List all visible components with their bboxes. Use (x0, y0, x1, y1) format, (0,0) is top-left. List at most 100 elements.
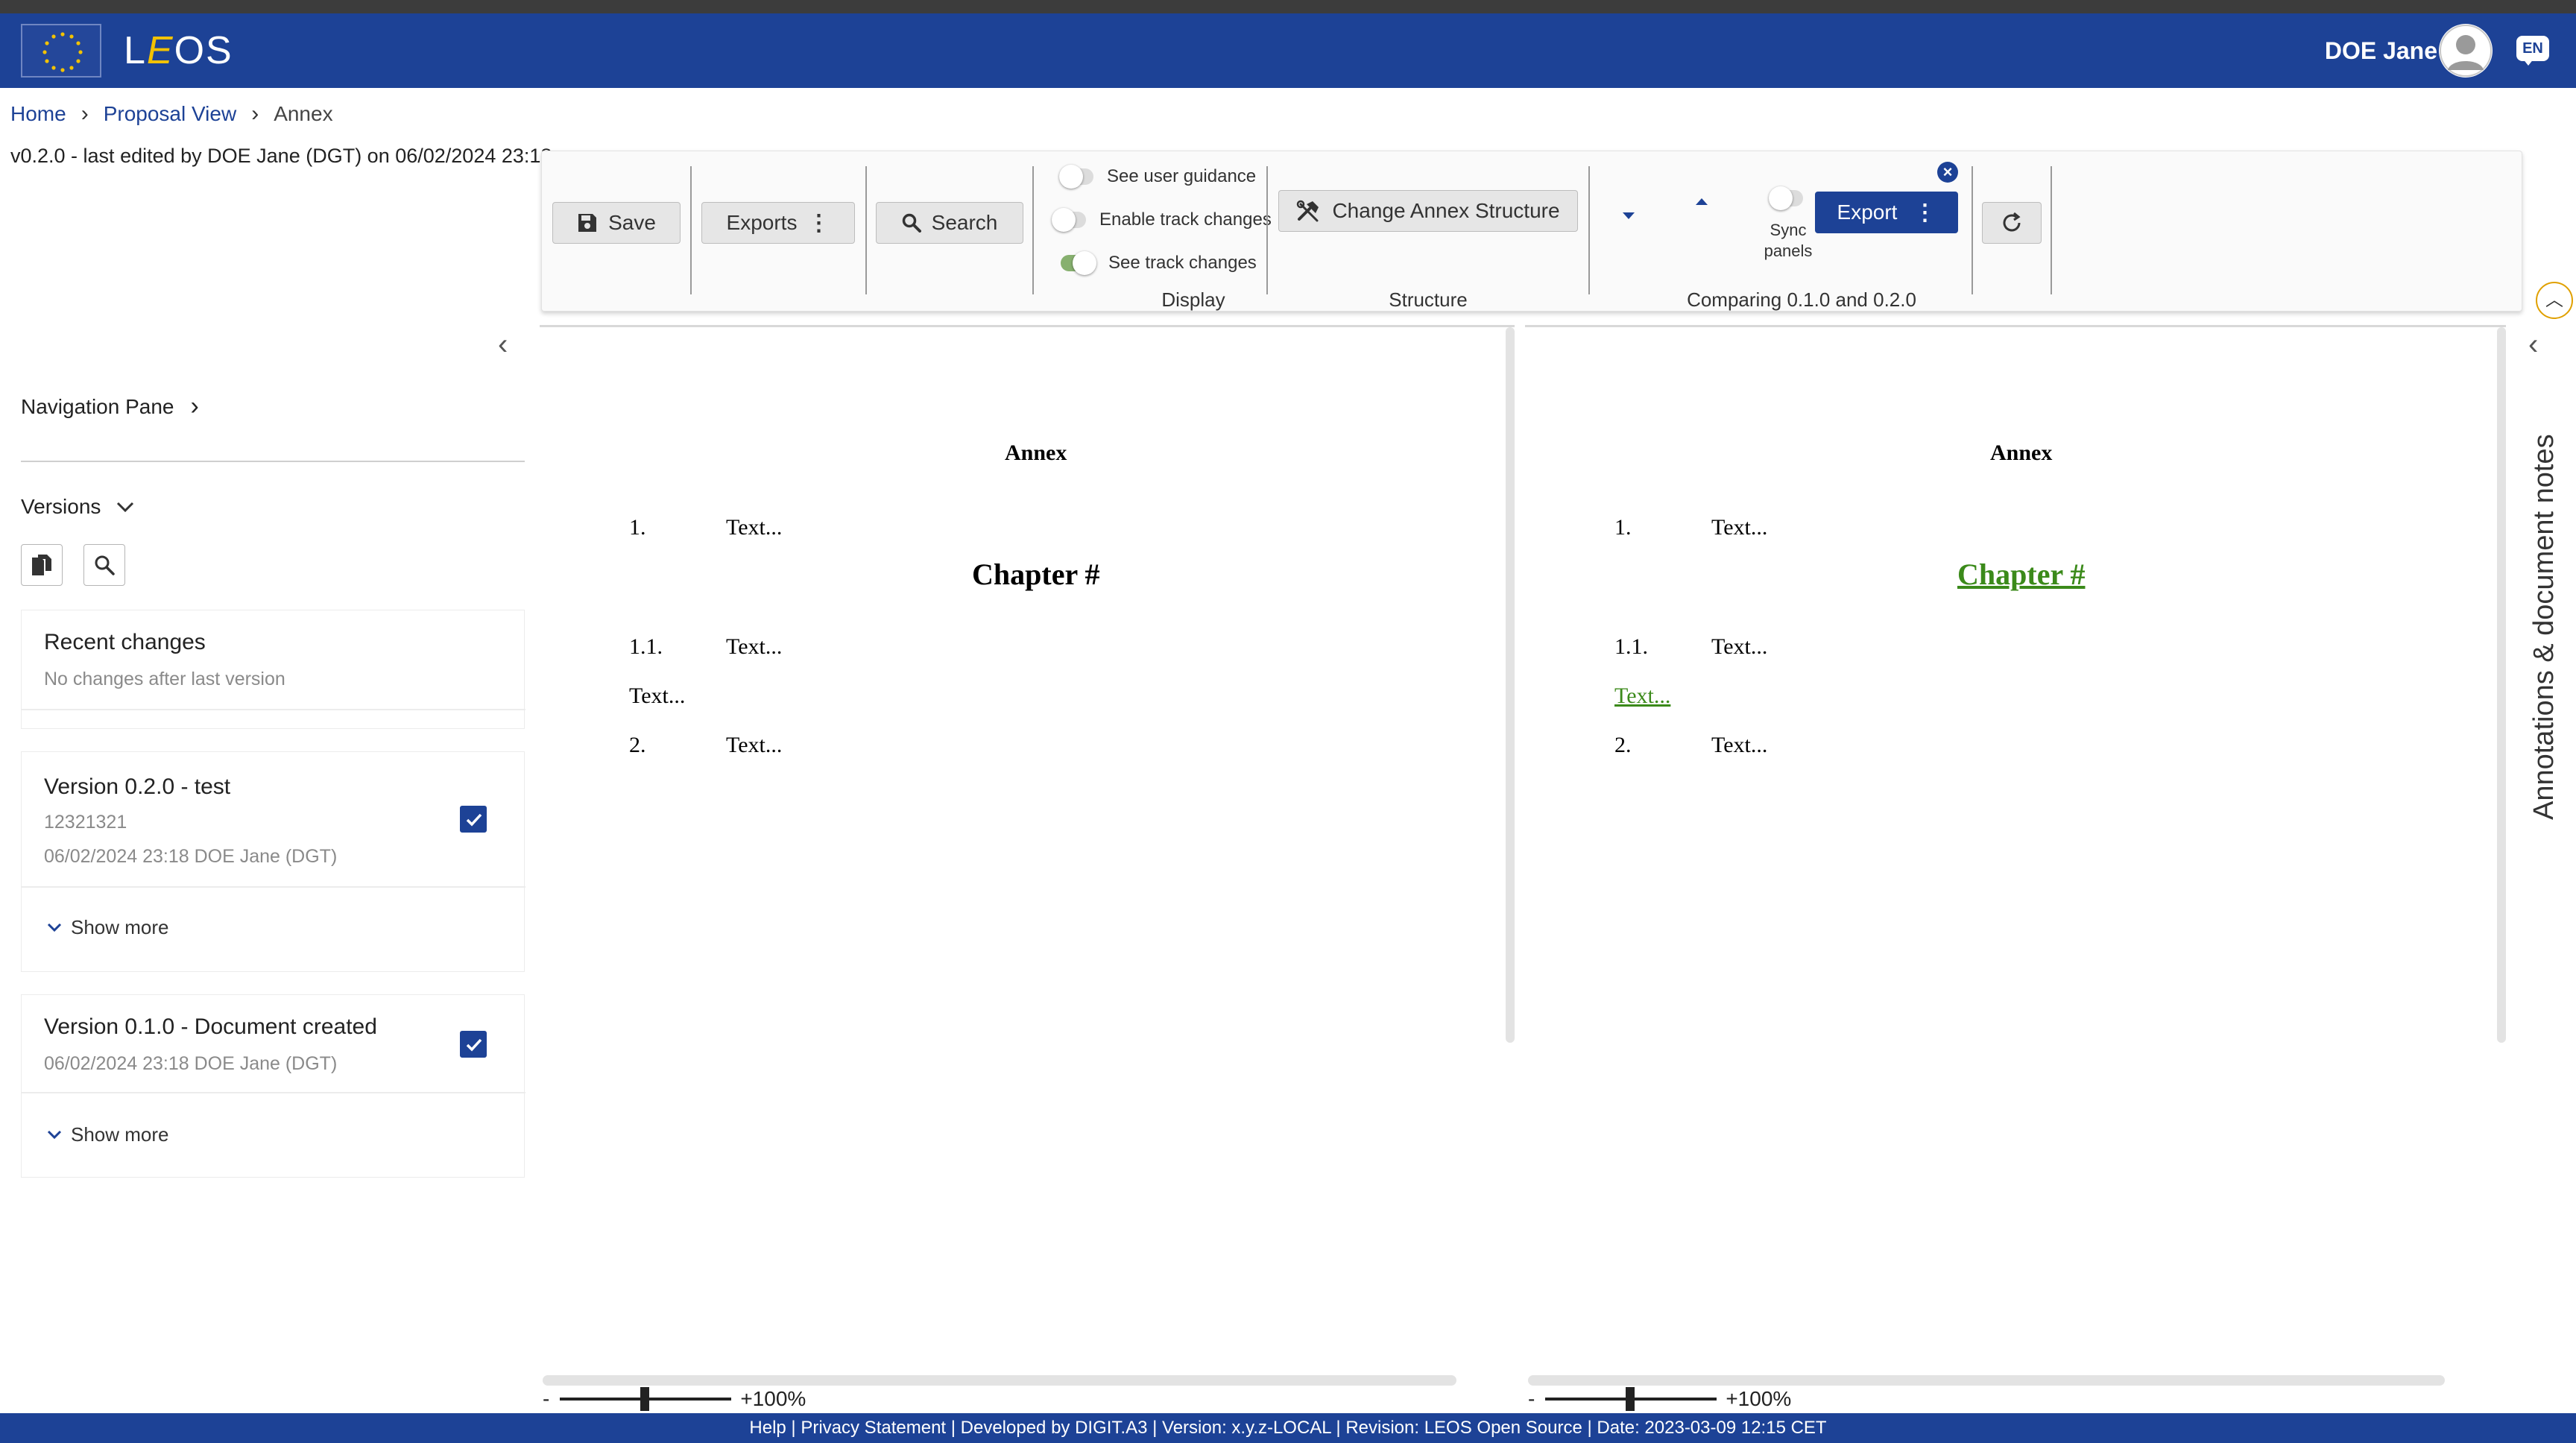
more-vertical-icon: ⋮ (1913, 200, 1936, 225)
card-divider (22, 1092, 525, 1093)
chevron-down-icon (117, 502, 134, 513)
see-track-changes-toggle[interactable] (1061, 251, 1096, 275)
change-annex-structure-button[interactable]: Change Annex Structure (1278, 190, 1578, 232)
vertical-scrollbar[interactable] (1506, 327, 1515, 1043)
toolbar-divider (1588, 166, 1590, 294)
vertical-scrollbar[interactable] (2497, 327, 2506, 1043)
sync-panels-label-line1: Sync (1770, 221, 1807, 239)
see-track-changes-toggle-row[interactable]: See track changes (1061, 251, 1257, 275)
export-button[interactable]: Export ⋮ (1815, 192, 1958, 233)
previous-change-button[interactable] (1691, 195, 1712, 209)
version-meta: 06/02/2024 23:18 DOE Jane (DGT) (44, 846, 338, 867)
chapter-heading: Chapter # (972, 558, 1100, 591)
recent-changes-card: Recent changes No changes after last ver… (21, 610, 525, 729)
language-selector[interactable]: EN (2516, 36, 2549, 66)
zoom-level[interactable]: +100% (740, 1387, 806, 1411)
paragraph-number: 1. (1614, 515, 1632, 540)
navigation-divider (21, 461, 525, 462)
search-button[interactable]: Search (876, 202, 1023, 244)
zoom-slider[interactable] (1545, 1387, 1717, 1411)
search-icon (95, 555, 115, 575)
annotations-label: Annotations & document notes (2528, 434, 2560, 820)
paragraph-text: Text... (726, 733, 783, 757)
eu-flag-logo[interactable] (21, 24, 101, 78)
search-versions-button[interactable] (83, 544, 125, 586)
sync-panels-control[interactable] (1769, 186, 1803, 210)
version-description: 12321321 (44, 812, 127, 833)
next-change-button[interactable] (1618, 208, 1639, 223)
document-pane-old-version[interactable]: Annex 1. Text... Chapter # 1.1. Text... … (540, 325, 1515, 1411)
zoom-slider-thumb[interactable] (640, 1387, 650, 1411)
chevron-right-icon: › (190, 392, 199, 420)
horizontal-scrollbar[interactable] (1528, 1375, 2445, 1386)
zoom-slider-thumb[interactable] (1626, 1387, 1635, 1411)
show-more-link[interactable]: Show more (47, 916, 169, 939)
chapter-heading-changed: Chapter # (1957, 558, 2086, 591)
compare-versions-button[interactable] (21, 544, 63, 586)
enable-track-changes-toggle-row[interactable]: Enable track changes (1052, 208, 1272, 232)
footer-bar: Help | Privacy Statement | Developed by … (0, 1413, 2576, 1443)
refresh-icon (2003, 212, 2021, 232)
version-title: Version 0.2.0 - test (44, 774, 231, 799)
user-avatar-icon (2440, 25, 2492, 77)
paragraph-number: 1.1. (1614, 634, 1648, 659)
change-annex-structure-label: Change Annex Structure (1332, 199, 1560, 222)
zoom-control[interactable]: - +100% (543, 1387, 806, 1411)
collapse-toolbar-icon[interactable]: ︿ (2536, 282, 2573, 319)
toolbar-divider (2051, 166, 2052, 294)
show-more-link[interactable]: Show more (47, 1123, 169, 1146)
navigation-pane-toggle[interactable]: Navigation Pane › (21, 392, 199, 421)
zoom-slider[interactable] (560, 1387, 732, 1411)
see-user-guidance-toggle[interactable] (1059, 165, 1093, 189)
version-checkbox[interactable] (460, 1031, 487, 1058)
checkmark-icon (466, 1038, 482, 1052)
recent-changes-subtitle: No changes after last version (44, 669, 285, 689)
breadcrumb-home[interactable]: Home (10, 102, 66, 126)
speech-bubble-tail (2522, 58, 2534, 66)
versions-toggle[interactable]: Versions (21, 495, 135, 519)
refresh-button[interactable] (1982, 202, 2042, 244)
zoom-out-button[interactable]: - (543, 1387, 549, 1411)
see-user-guidance-toggle-row[interactable]: See user guidance (1059, 165, 1256, 189)
zoom-control[interactable]: - +100% (1528, 1387, 1791, 1411)
logo-letter-accent: E (146, 29, 174, 72)
see-track-changes-label: See track changes (1108, 253, 1257, 273)
sync-panels-toggle[interactable] (1769, 186, 1803, 210)
caret-up-icon (1696, 198, 1708, 205)
window-top-strip (0, 0, 2576, 13)
version-checkbox[interactable] (460, 806, 487, 833)
paragraph-text: Text... (1711, 515, 1768, 540)
paragraph-text: Text... (629, 683, 686, 708)
exports-button[interactable]: Exports ⋮ (701, 202, 855, 244)
enable-track-changes-toggle[interactable] (1052, 208, 1086, 232)
close-compare-icon[interactable]: × (1937, 162, 1958, 183)
zoom-level[interactable]: +100% (1726, 1387, 1791, 1411)
eu-stars-icon (42, 32, 83, 72)
caret-down-icon (1623, 212, 1635, 219)
collapse-right-panel-icon[interactable]: ‹ (2528, 328, 2538, 361)
toolbar-divider (1032, 166, 1034, 294)
user-name[interactable]: DOE Jane (2325, 37, 2437, 65)
collapse-left-panel-icon[interactable]: ‹ (498, 328, 508, 361)
search-icon (902, 213, 921, 233)
more-vertical-icon: ⋮ (807, 210, 830, 236)
paragraph-number: 2. (1614, 733, 1632, 757)
breadcrumb-proposal-view[interactable]: Proposal View (104, 102, 236, 126)
user-avatar[interactable] (2439, 24, 2493, 78)
logo-letter: L (124, 29, 147, 72)
paragraph-number: 2. (629, 733, 646, 757)
show-more-label: Show more (71, 916, 169, 938)
version-title: Version 0.1.0 - Document created (44, 1014, 377, 1039)
annotations-panel-tab[interactable]: Annotations & document notes (2528, 417, 2560, 820)
zoom-out-button[interactable]: - (1528, 1387, 1535, 1411)
annex-heading: Annex (1005, 441, 1067, 465)
comparing-group-label: Comparing 0.1.0 and 0.2.0 (1687, 288, 1916, 311)
export-label: Export (1837, 200, 1898, 224)
versions-label: Versions (21, 495, 101, 518)
save-button[interactable]: Save (552, 202, 681, 244)
horizontal-scrollbar[interactable] (543, 1375, 1456, 1386)
search-label: Search (931, 211, 998, 234)
language-code: EN (2516, 36, 2549, 61)
document-pane-new-version[interactable]: Annex 1. Text... Chapter # 1.1. Text... … (1525, 325, 2506, 1411)
recent-changes-title: Recent changes (44, 630, 206, 654)
